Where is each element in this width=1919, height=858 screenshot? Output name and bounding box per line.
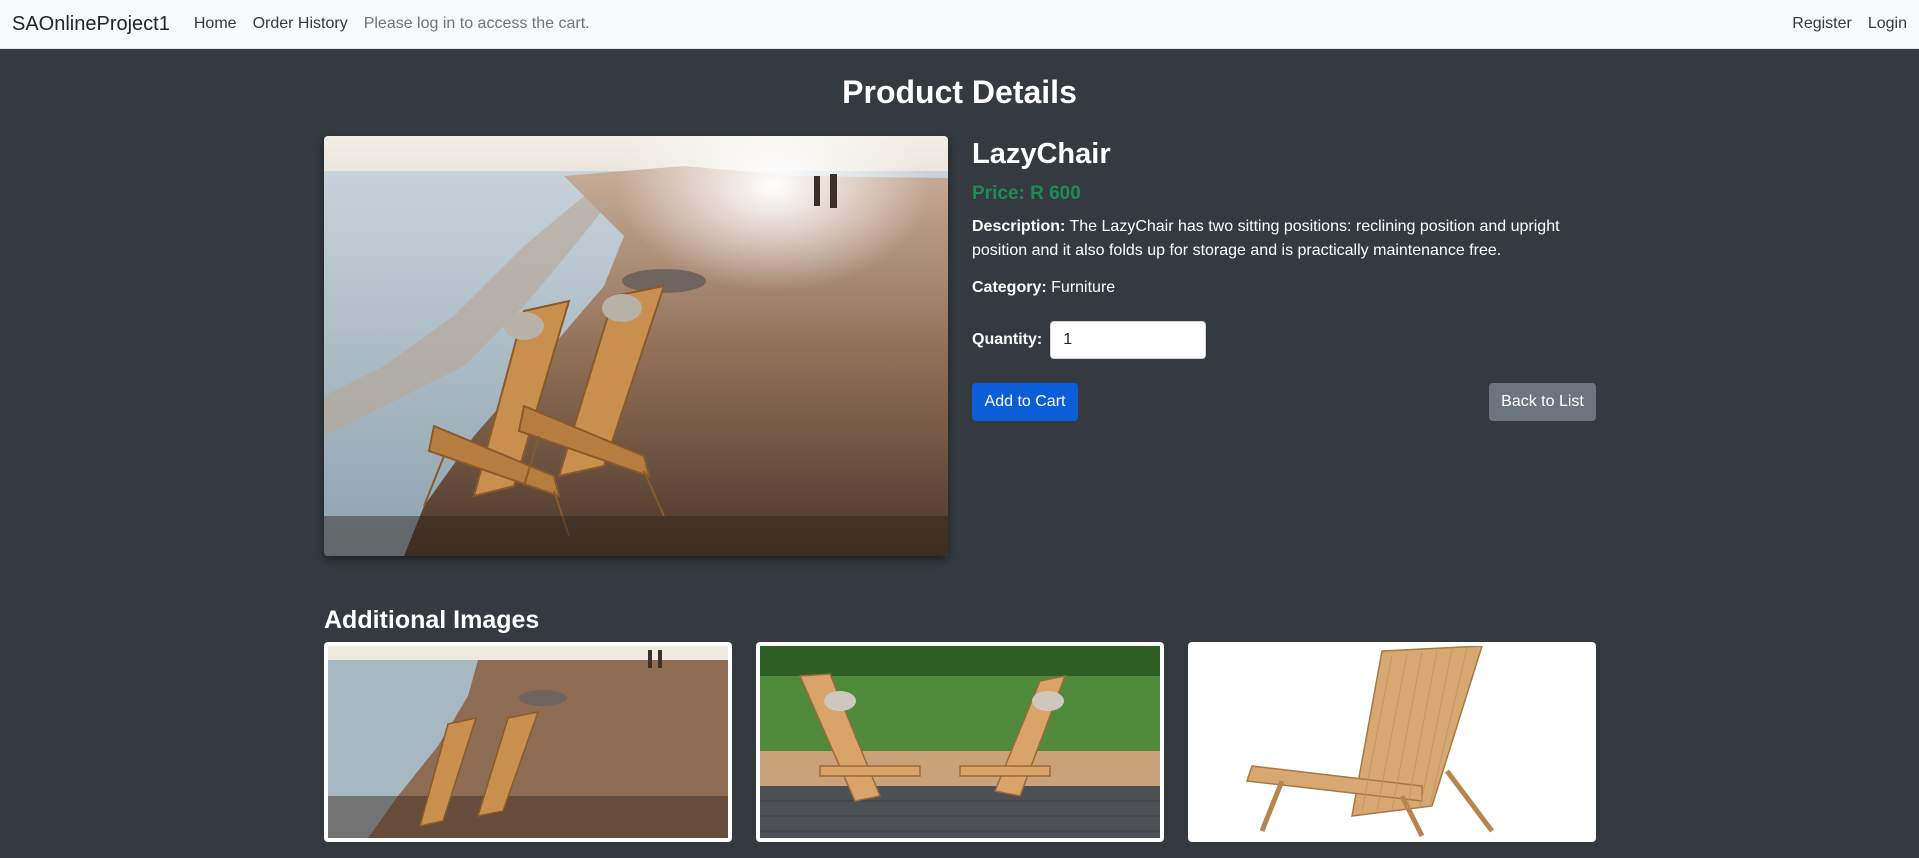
brand-link[interactable]: SAOnlineProject1 <box>12 13 170 36</box>
lawn-chairs-thumbnail <box>760 646 1160 838</box>
nav-right: Register Login <box>1776 15 1907 33</box>
back-to-list-button[interactable]: Back to List <box>1489 383 1596 421</box>
description-label: Description: <box>972 218 1066 235</box>
price-label: Price: <box>972 183 1025 204</box>
beach-chairs-image <box>324 136 948 556</box>
product-main-image <box>324 136 948 556</box>
nav-login-link[interactable]: Login <box>1868 15 1907 33</box>
additional-images-title: Additional Images <box>324 606 540 634</box>
product-category: Category: Furniture <box>972 279 1596 297</box>
product-price: Price: R 600 <box>972 183 1596 205</box>
beach-chairs-thumbnail <box>328 646 728 838</box>
action-buttons: Add to Cart Back to List <box>972 383 1596 421</box>
product-details: LazyChair Price: R 600 Description: The … <box>972 136 1596 421</box>
additional-image-2[interactable] <box>756 642 1164 842</box>
price-value: R 600 <box>1030 183 1081 204</box>
add-to-cart-button[interactable]: Add to Cart <box>972 383 1078 421</box>
product-description: Description: The LazyChair has two sitti… <box>972 215 1572 263</box>
single-chair-thumbnail <box>1192 646 1592 838</box>
category-value: Furniture <box>1051 279 1116 296</box>
nav-register-link[interactable]: Register <box>1792 15 1852 33</box>
page-title: Product Details <box>842 74 1077 110</box>
product-name: LazyChair <box>972 138 1111 170</box>
navbar: SAOnlineProject1 Home Order History Plea… <box>0 0 1919 49</box>
additional-image-3[interactable] <box>1188 642 1596 842</box>
quantity-input[interactable] <box>1050 321 1207 359</box>
category-label: Category: <box>972 279 1047 296</box>
cart-login-notice: Please log in to access the cart. <box>363 15 590 32</box>
nav-order-history-link[interactable]: Order History <box>253 15 348 33</box>
additional-image-1[interactable] <box>324 642 732 842</box>
quantity-row: Quantity: <box>972 321 1596 359</box>
nav-home-link[interactable]: Home <box>194 15 237 33</box>
additional-images <box>324 642 1596 842</box>
quantity-label: Quantity: <box>972 331 1043 348</box>
